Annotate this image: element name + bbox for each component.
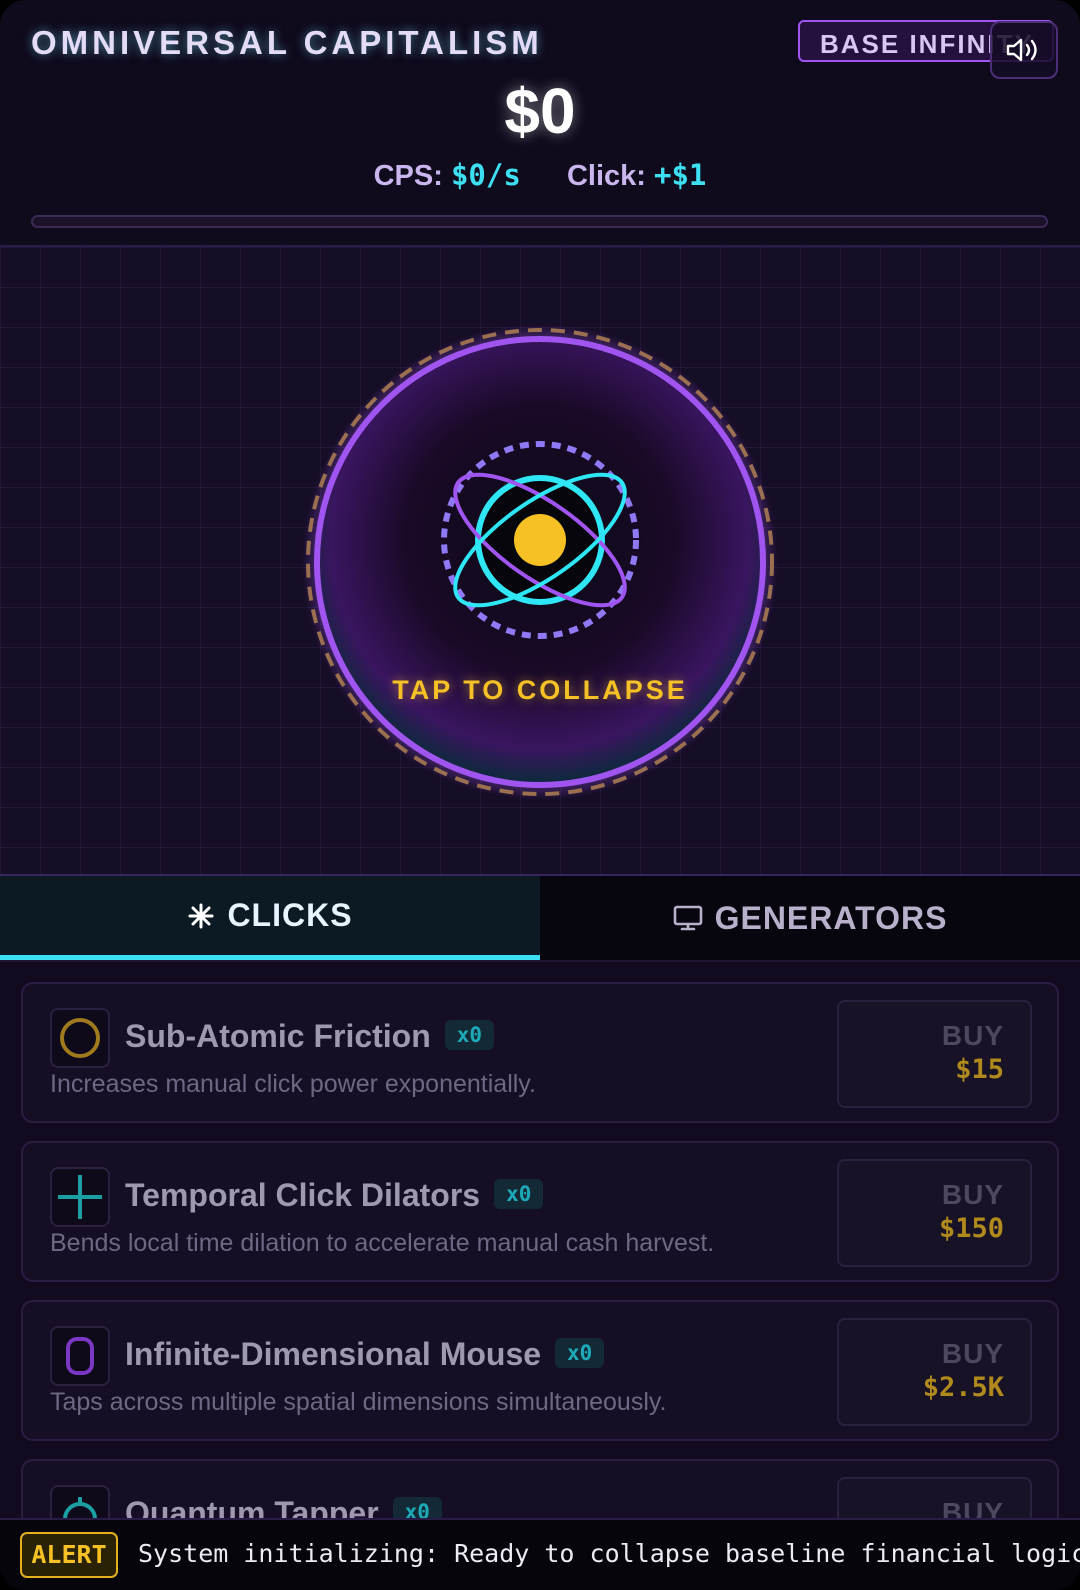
- tab-clicks[interactable]: CLICKS: [0, 876, 540, 960]
- game-frame: OMNIVERSAL CAPITALISM BASE INFINITY $0 C…: [0, 0, 1080, 1590]
- sparkle-icon: [187, 902, 215, 930]
- click-arena: TAP TO COLLAPSE: [0, 247, 1080, 876]
- upgrade-count-badge: x0: [494, 1179, 544, 1209]
- buy-label: BUY: [941, 1497, 1004, 1518]
- header: OMNIVERSAL CAPITALISM BASE INFINITY $0 C…: [0, 0, 1080, 247]
- upgrade-list: Sub-Atomic Friction x0 Increases manual c…: [0, 962, 1080, 1518]
- crosshair-icon: [50, 1167, 110, 1227]
- money-counter: $0: [504, 75, 576, 147]
- buy-button[interactable]: BUY $150: [837, 1159, 1032, 1267]
- upgrade-count-badge: x0: [555, 1338, 605, 1368]
- alert-tag: ALERT: [20, 1532, 118, 1578]
- upgrade-name: Infinite-Dimensional Mouse x0: [125, 1336, 605, 1373]
- alert-bar: ALERT System initializing: Ready to coll…: [0, 1518, 1080, 1590]
- upgrade-card: Quantum Tapper x0 BUY: [21, 1459, 1059, 1518]
- buy-button[interactable]: BUY $15: [837, 1000, 1032, 1108]
- core-graphic: [302, 324, 778, 800]
- upgrade-card: Sub-Atomic Friction x0 Increases manual c…: [21, 982, 1059, 1123]
- progress-bar: [31, 215, 1048, 228]
- tab-bar: CLICKS GENERATORS: [0, 876, 1080, 962]
- tab-generators[interactable]: GENERATORS: [540, 876, 1080, 960]
- alert-message: System initializing: Ready to collapse b…: [138, 1539, 1080, 1568]
- tab-generators-label: GENERATORS: [714, 899, 948, 936]
- upgrade-card: Infinite-Dimensional Mouse x0 Taps across…: [21, 1300, 1059, 1441]
- click-label: Click:: [566, 160, 646, 192]
- upgrade-description: Taps across multiple spatial dimensions …: [50, 1388, 667, 1416]
- buy-button[interactable]: BUY $2.5K: [837, 1318, 1032, 1426]
- upgrade-name-text: Sub-Atomic Friction: [125, 1018, 431, 1054]
- upgrade-name: Temporal Click Dilators x0: [125, 1177, 544, 1214]
- upgrade-count-badge: x0: [444, 1020, 495, 1050]
- buy-price: $2.5K: [922, 1372, 1004, 1403]
- sound-toggle-button[interactable]: [990, 21, 1058, 79]
- upgrade-name-text: Quantum Tapper: [125, 1495, 379, 1518]
- buy-label: BUY: [941, 1179, 1004, 1210]
- circle-icon: [50, 1008, 110, 1068]
- tab-clicks-label: CLICKS: [227, 897, 353, 933]
- cps-label: CPS:: [373, 160, 443, 192]
- upgrade-name-text: Infinite-Dimensional Mouse: [125, 1336, 542, 1372]
- app-title: OMNIVERSAL CAPITALISM: [31, 24, 543, 61]
- upgrade-description: Increases manual click power exponential…: [50, 1070, 536, 1098]
- buy-label: BUY: [941, 1338, 1004, 1369]
- speaker-icon: [1006, 38, 1037, 62]
- upgrade-name: Quantum Tapper x0: [125, 1495, 442, 1518]
- upgrade-card: Temporal Click Dilators x0 Bends local ti…: [21, 1141, 1059, 1282]
- collapse-core-button[interactable]: TAP TO COLLAPSE: [300, 322, 780, 802]
- upgrade-name: Sub-Atomic Friction x0: [125, 1018, 495, 1055]
- cps-value: $0/s: [450, 158, 521, 192]
- upgrade-name-text: Temporal Click Dilators: [125, 1177, 481, 1213]
- upgrade-count-badge: x0: [392, 1497, 442, 1518]
- click-value: +$1: [653, 158, 707, 192]
- buy-button[interactable]: BUY: [837, 1477, 1032, 1518]
- upgrade-description: Bends local time dilation to accelerate …: [50, 1229, 715, 1257]
- tap-to-collapse-label: TAP TO COLLAPSE: [392, 675, 688, 705]
- stopwatch-icon: [50, 1485, 110, 1518]
- buy-label: BUY: [941, 1020, 1004, 1051]
- mouse-icon: [50, 1326, 110, 1386]
- monitor-icon: [673, 904, 703, 932]
- stats-line: CPS: $0/s Click: +$1: [0, 158, 1080, 193]
- buy-price: $150: [938, 1213, 1004, 1244]
- buy-price: $15: [955, 1054, 1004, 1085]
